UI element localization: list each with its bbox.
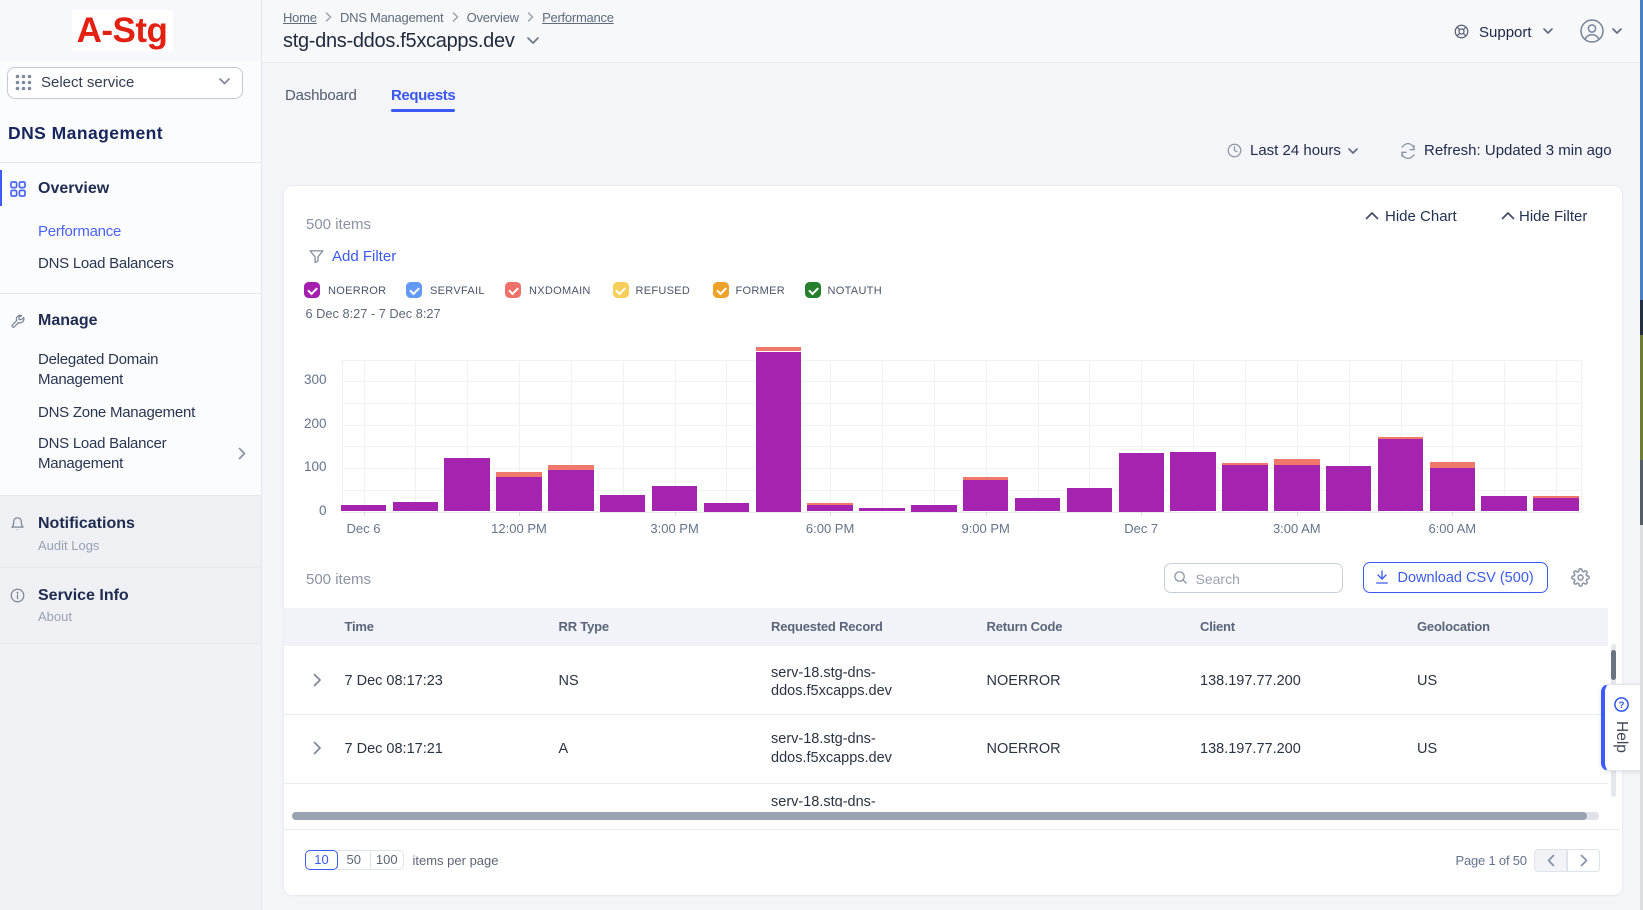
svg-text:?: ? bbox=[1619, 700, 1625, 711]
